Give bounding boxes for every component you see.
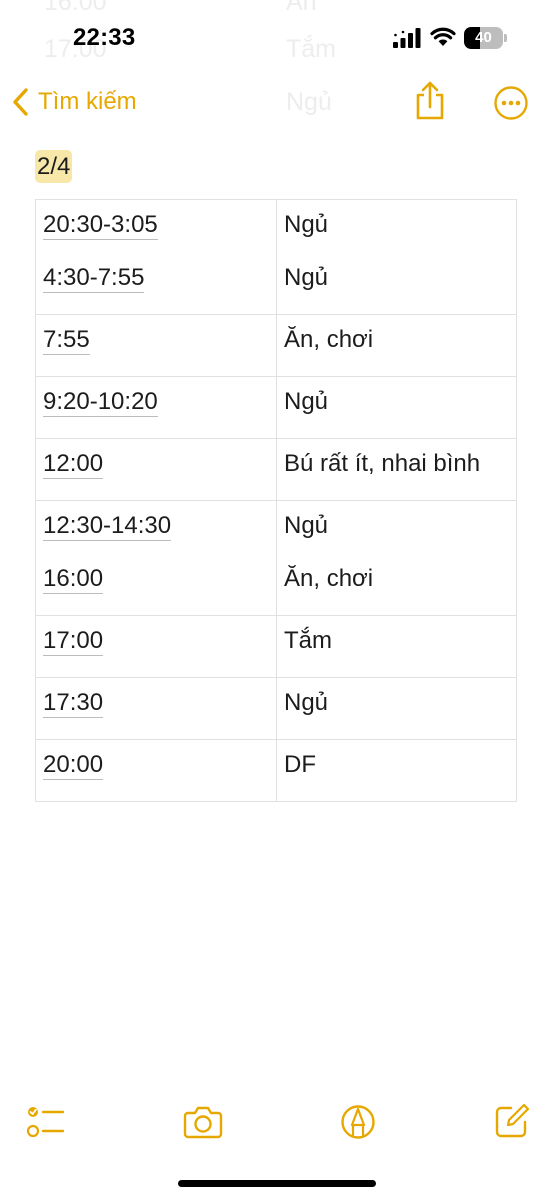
activity-text: Ăn, chơi	[284, 326, 374, 353]
activity-cell[interactable]: Bú rất ít, nhai bình	[276, 438, 517, 501]
activity-text: Ngủ	[284, 512, 329, 539]
note-table: 20:30-3:05 4:30-7:55 Ngủ Ngủ 7:55 Ăn, ch…	[35, 199, 517, 802]
time-cell[interactable]: 12:30-14:30 16:00	[35, 500, 277, 616]
activity-cell[interactable]: DF	[276, 739, 517, 802]
activity-text: Ngủ	[284, 264, 329, 291]
time-cell[interactable]: 20:00	[35, 739, 277, 802]
table-row: 20:00 DF	[35, 739, 517, 802]
status-time: 22:33	[73, 24, 136, 51]
more-icon[interactable]	[493, 85, 529, 121]
activity-text: DF	[284, 751, 316, 778]
camera-icon[interactable]	[183, 1105, 223, 1139]
time-cell[interactable]: 12:00	[35, 438, 277, 501]
ghost-text: 16:00	[44, 0, 107, 16]
back-button[interactable]: Tìm kiếm	[10, 84, 137, 120]
activity-text: Ngủ	[284, 689, 329, 716]
table-row: 9:20-10:20 Ngủ	[35, 376, 517, 439]
time-link[interactable]: 7:55	[43, 326, 90, 355]
activity-text: Ngủ	[284, 211, 329, 238]
activity-cell[interactable]: Ngủ	[276, 376, 517, 439]
markup-icon[interactable]	[340, 1103, 376, 1141]
time-cell[interactable]: 17:30	[35, 677, 277, 740]
compose-icon[interactable]	[494, 1103, 530, 1139]
activity-text: Ăn, chơi	[284, 565, 374, 592]
battery-level: 40	[475, 29, 492, 46]
time-link[interactable]: 20:30-3:05	[43, 211, 158, 240]
time-link[interactable]: 9:20-10:20	[43, 388, 158, 417]
activity-cell[interactable]: Tắm	[276, 615, 517, 678]
table-row: 7:55 Ăn, chơi	[35, 314, 517, 377]
activity-text: Tắm	[284, 627, 332, 654]
table-row: 17:30 Ngủ	[35, 677, 517, 740]
table-row: 17:00 Tắm	[35, 615, 517, 678]
share-icon[interactable]	[412, 80, 448, 122]
time-link[interactable]: 16:00	[43, 565, 104, 594]
battery-icon: 40	[464, 27, 508, 49]
activity-cell[interactable]: Ngủ	[276, 677, 517, 740]
time-link[interactable]: 17:30	[43, 689, 104, 718]
table-row: 12:30-14:30 16:00 Ngủ Ăn, chơi	[35, 500, 517, 616]
home-indicator	[178, 1180, 376, 1187]
ghost-text: Ngủ	[286, 88, 332, 116]
time-cell[interactable]: 7:55	[35, 314, 277, 377]
chevron-left-icon	[13, 88, 28, 116]
activity-text: Ngủ	[284, 388, 329, 415]
activity-cell[interactable]: Ăn, chơi	[276, 314, 517, 377]
activity-text: Bú rất ít, nhai bình	[284, 450, 481, 477]
ghost-text: Tắm	[286, 35, 336, 63]
time-link[interactable]: 12:00	[43, 450, 104, 479]
time-link[interactable]: 4:30-7:55	[43, 264, 145, 293]
time-cell[interactable]: 20:30-3:05 4:30-7:55	[35, 199, 277, 315]
table-row: 20:30-3:05 4:30-7:55 Ngủ Ngủ	[35, 199, 517, 315]
cellular-signal-icon	[393, 28, 421, 48]
time-cell[interactable]: 9:20-10:20	[35, 376, 277, 439]
time-link[interactable]: 17:00	[43, 627, 104, 656]
checklist-icon[interactable]	[27, 1105, 65, 1139]
activity-cell[interactable]: Ngủ Ngủ	[276, 199, 517, 315]
time-link[interactable]: 12:30-14:30	[43, 512, 172, 541]
ghost-text: Ăn	[286, 0, 317, 16]
table-row: 12:00 Bú rất ít, nhai bình	[35, 438, 517, 501]
note-title[interactable]: 2/4	[35, 150, 73, 183]
activity-cell[interactable]: Ngủ Ăn, chơi	[276, 500, 517, 616]
back-button-label: Tìm kiếm	[38, 88, 137, 115]
wifi-icon	[430, 27, 456, 46]
time-cell[interactable]: 17:00	[35, 615, 277, 678]
time-link[interactable]: 20:00	[43, 751, 104, 780]
